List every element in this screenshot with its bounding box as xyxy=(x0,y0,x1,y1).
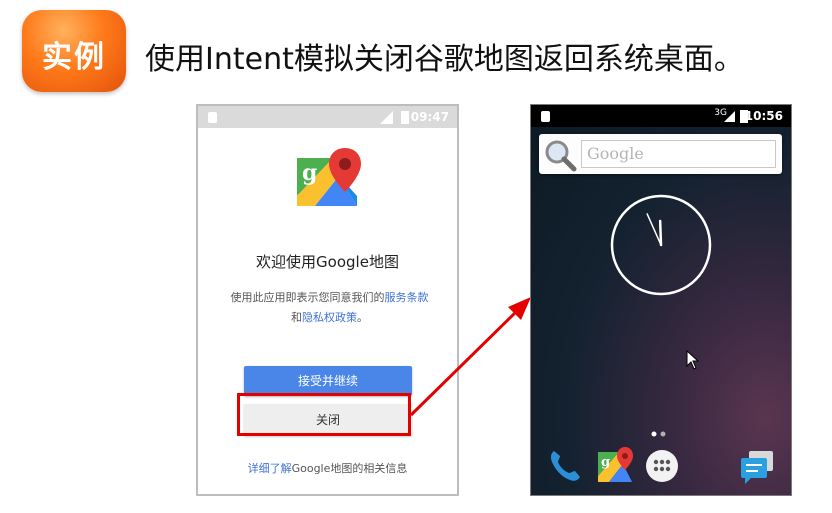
app-drawer-icon[interactable] xyxy=(642,446,682,486)
android-home-screen: 3G 10:56 Google g xyxy=(530,104,792,496)
signal-icon xyxy=(724,111,735,122)
analog-clock[interactable] xyxy=(609,193,713,297)
status-time: 10:56 xyxy=(744,109,783,123)
clock-hour-hand xyxy=(658,219,663,247)
svg-text:g: g xyxy=(601,455,610,470)
phone-icon[interactable] xyxy=(545,446,585,486)
search-placeholder: Google xyxy=(587,144,644,163)
clock-minute-hand xyxy=(646,213,662,246)
dock: g xyxy=(531,442,791,492)
search-icon[interactable] xyxy=(543,138,577,172)
page-indicator xyxy=(651,431,666,437)
maps-icon[interactable]: g xyxy=(595,446,635,486)
search-input[interactable]: Google xyxy=(581,140,776,168)
google-search-widget[interactable]: Google xyxy=(539,134,782,174)
sim-icon xyxy=(541,111,550,122)
mouse-cursor-icon xyxy=(686,350,700,370)
status-bar: 3G 10:56 xyxy=(531,105,791,127)
messaging-icon[interactable] xyxy=(737,446,777,486)
